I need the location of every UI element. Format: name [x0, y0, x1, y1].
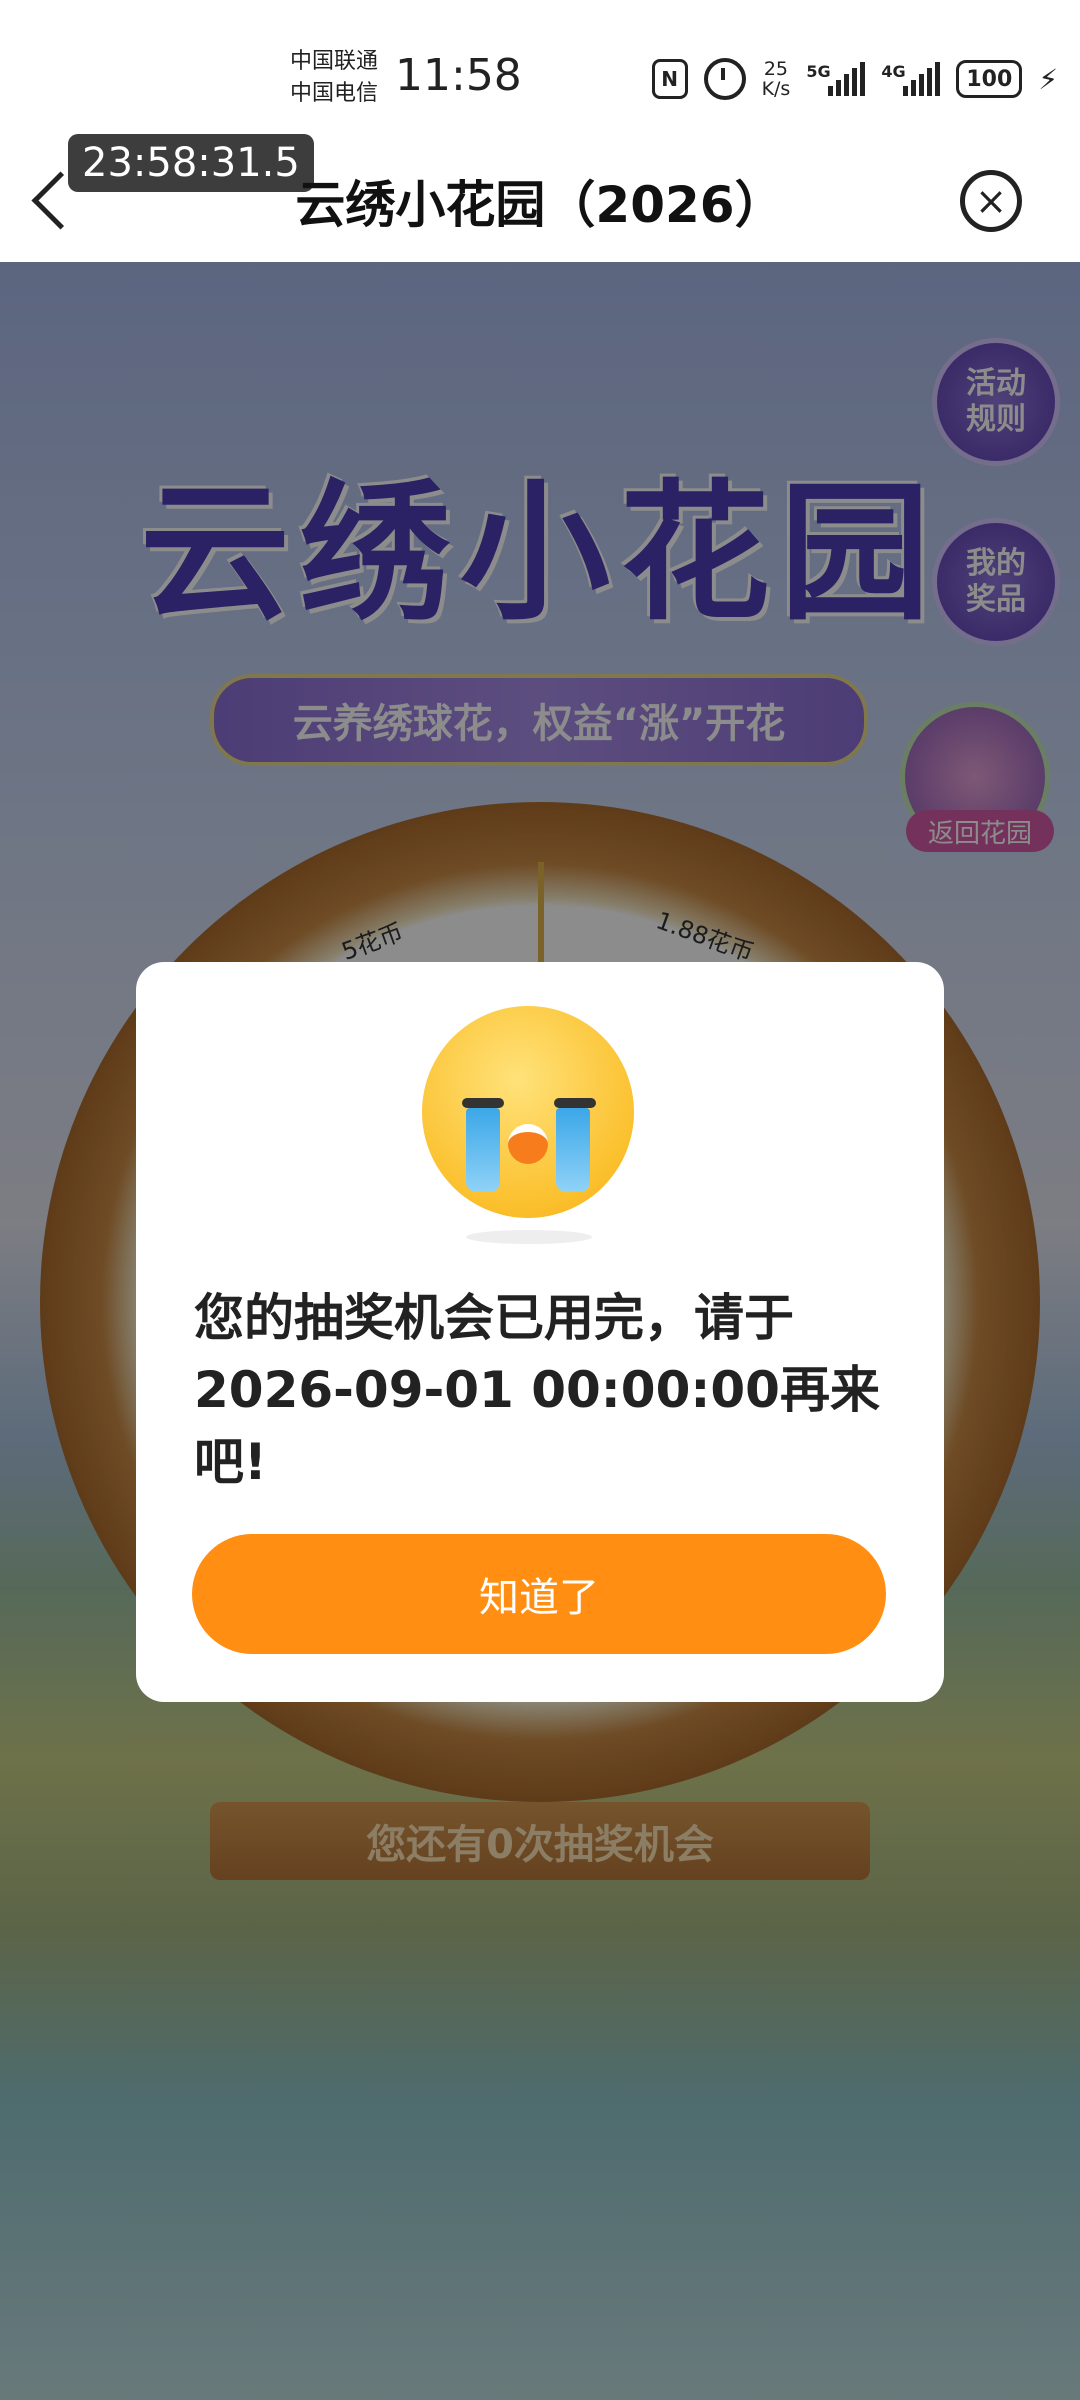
status-icons: N 25 K/s 5G 4G 100 ⚡ [651, 54, 1058, 104]
signal-icon: 5G [806, 62, 866, 96]
page-title: 云绣小花园（2026） [295, 176, 785, 234]
crying-face-icon [136, 1006, 944, 1246]
signal-1-label: 5G [806, 62, 831, 81]
signal-2-label: 4G [881, 62, 906, 81]
alarm-icon [703, 58, 746, 100]
battery-icon: 100 [956, 60, 1023, 98]
network-speed-value: 25 [763, 58, 789, 80]
no-chances-dialog: 您的抽奖机会已用完，请于2026-09-01 00:00:00再来吧! 知道了 [136, 962, 944, 1702]
status-time: 11:58 [395, 50, 522, 101]
carrier-names: 中国联通 中国电信 [290, 46, 378, 110]
close-icon[interactable]: × [960, 170, 1022, 232]
nfc-icon: N [651, 59, 688, 99]
carrier-2: 中国电信 [290, 81, 379, 106]
dialog-message: 您的抽奖机会已用完，请于2026-09-01 00:00:00再来吧! [194, 1289, 880, 1491]
charging-icon: ⚡ [1038, 62, 1058, 96]
status-bar: 中国联通 中国电信 11:58 N 25 K/s 5G 4G 100 ⚡ [0, 0, 1080, 140]
battery-level: 100 [966, 66, 1013, 92]
signal-icon: 4G [881, 62, 941, 96]
network-speed: 25 K/s [762, 59, 791, 99]
carrier-1: 中国联通 [290, 49, 379, 74]
network-speed-unit: K/s [761, 78, 791, 100]
got-it-button[interactable]: 知道了 [192, 1534, 886, 1654]
